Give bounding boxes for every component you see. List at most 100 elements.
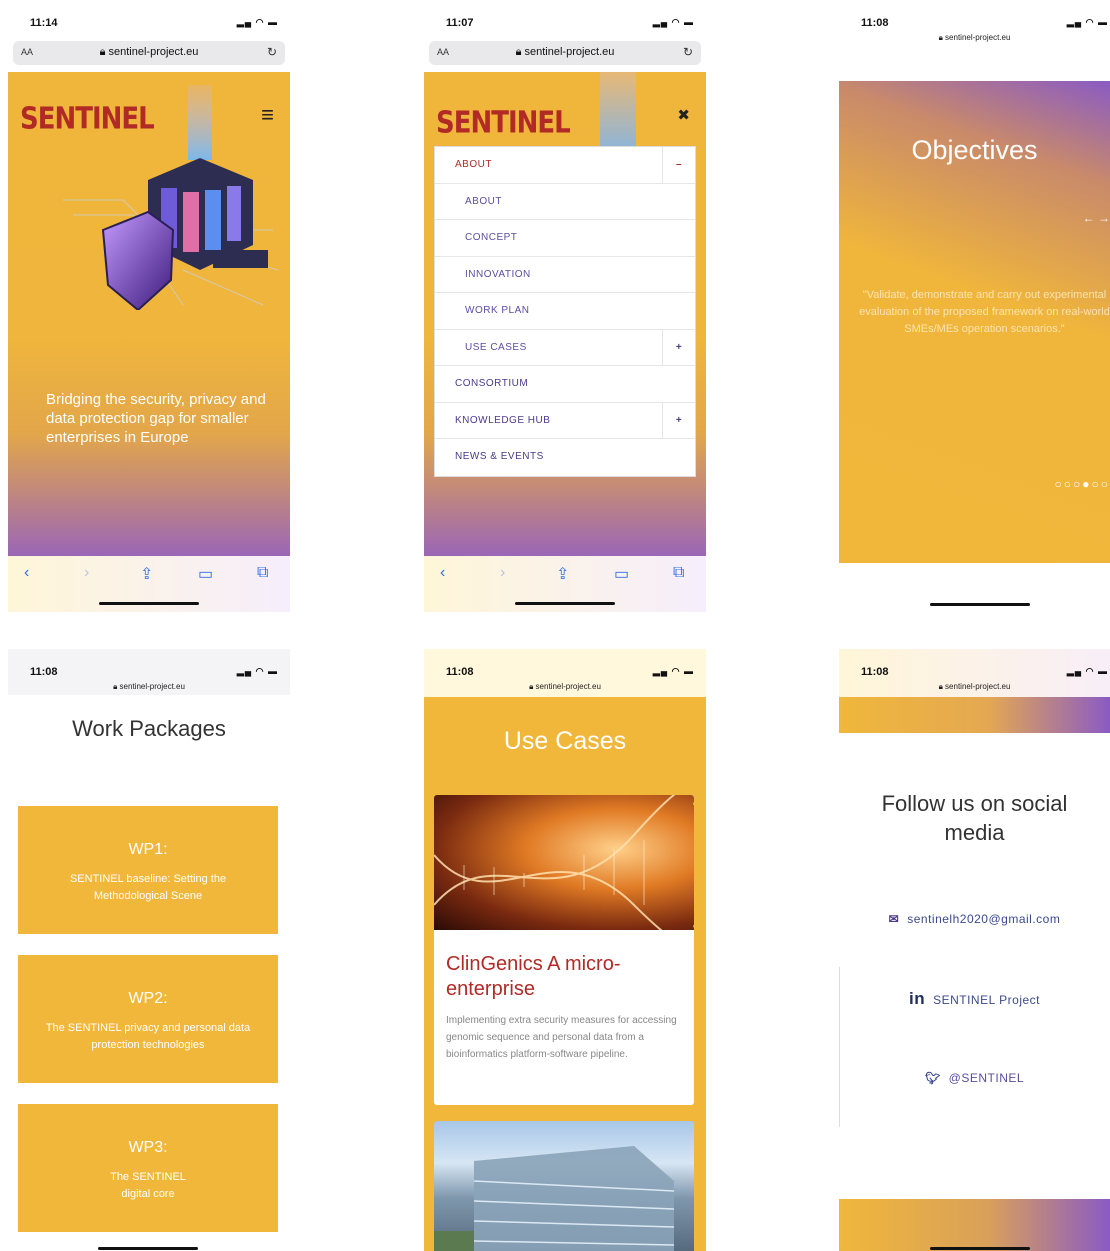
browser-toolbar: ‹ › ⇪ ▭ ⧉: [8, 556, 290, 612]
lock-icon: 🔒︎: [99, 46, 109, 58]
screen-work-packages: 11:08 ▂▄ ◠ ▬ 🔒︎ sentinel-project.eu Work…: [8, 649, 290, 1251]
carousel-dots[interactable]: ○○○●○○: [1055, 477, 1110, 491]
bookmarks-icon[interactable]: ▭: [614, 564, 629, 584]
status-bar: 11:14 ▂▄ ◠ ▬: [8, 0, 290, 38]
hero-tagline: Bridging the security, privacy and data …: [46, 391, 266, 446]
url-text: sentinel-project.eu: [945, 682, 1011, 691]
linkedin-icon: in: [908, 989, 926, 1008]
signal-wifi-battery-icon: ▂▄ ◠ ▬: [236, 666, 278, 676]
address-bar[interactable]: AA 🔒︎ sentinel-project.eu ↻: [429, 41, 701, 65]
tabs-icon[interactable]: ⧉: [673, 564, 684, 582]
forward-icon[interactable]: ›: [500, 564, 505, 582]
screen-menu: 11:07 ▂▄ ◠ ▬ AA 🔒︎ sentinel-project.eu ↻…: [424, 0, 706, 612]
bookmarks-icon[interactable]: ▭: [198, 564, 213, 584]
expand-toggle[interactable]: +: [662, 402, 695, 438]
use-case-title[interactable]: ClinGenics A micro-enterprise: [446, 952, 682, 1002]
clock: 11:14: [30, 17, 58, 29]
status-bar: 11:07 ▂▄ ◠ ▬: [424, 0, 706, 38]
clock: 11:08: [30, 666, 58, 678]
nav-menu: ABOUT – ABOUT CONCEPT INNOVATION WORK PLA…: [434, 146, 696, 477]
footer-band: [839, 1199, 1110, 1251]
linkedin-link[interactable]: in SENTINEL Project: [839, 989, 1110, 1009]
submenu-item-use-cases[interactable]: USE CASES +: [435, 329, 695, 366]
section-heading: Objectives: [911, 135, 1038, 165]
wp-title: WP3:: [128, 1139, 168, 1156]
menu-backdrop: SENTINEL ✖ ABOUT – ABOUT CONCEPT INNOVATI…: [424, 72, 706, 556]
close-icon[interactable]: ✖: [677, 106, 690, 124]
home-indicator: [930, 603, 1030, 606]
sentinel-logo[interactable]: SENTINEL: [436, 106, 571, 141]
submenu-item-work-plan[interactable]: WORK PLAN: [435, 293, 695, 330]
dna-helix-icon: [434, 795, 694, 948]
screen-use-cases: 11:08 ▂▄ ◠ ▬ 🔒︎ sentinel-project.eu Use …: [424, 649, 706, 1251]
screen-home: 11:14 ▂▄ ◠ ▬ AA 🔒︎ sentinel-project.eu ↻…: [8, 0, 290, 612]
forward-icon[interactable]: ›: [84, 564, 89, 582]
signal-wifi-battery-icon: ▂▄ ◠ ▬: [652, 666, 694, 676]
envelope-icon: ✉: [888, 912, 900, 926]
url-text: sentinel-project.eu: [108, 46, 199, 58]
use-case-description: Implementing extra security measures for…: [446, 1015, 677, 1060]
signal-wifi-battery-icon: ▂▄ ◠ ▬: [1066, 17, 1108, 27]
url-text: sentinel-project.eu: [945, 33, 1011, 42]
wp-card[interactable]: WP3: The SENTINEL digital core: [18, 1104, 278, 1232]
office-building-icon: [434, 1146, 675, 1251]
hero-section: SENTINEL ≡ Bridging the security, privac…: [8, 72, 290, 556]
browser-toolbar: ‹ › ⇪ ▭ ⧉: [424, 556, 706, 612]
url-text: sentinel-project.eu: [535, 682, 601, 691]
email-link[interactable]: ✉ sentinelh2020@gmail.com: [839, 912, 1110, 926]
back-icon[interactable]: ‹: [440, 564, 445, 582]
home-indicator: [98, 1247, 198, 1250]
screen-objectives: 11:08 ▂▄ ◠ ▬ 🔒︎ sentinel-project.eu Obje…: [839, 0, 1110, 612]
use-case-card[interactable]: ClinGenics A micro-enterprise Implementi…: [434, 795, 694, 1105]
server-illustration: [63, 85, 279, 310]
menu-item-knowledge-hub[interactable]: KNOWLEDGE HUB +: [435, 402, 695, 439]
wp-card[interactable]: WP2: The SENTINEL privacy and personal d…: [18, 955, 278, 1083]
address-bar[interactable]: AA 🔒︎ sentinel-project.eu ↻: [13, 41, 285, 65]
carousel-arrows[interactable]: ← →: [1083, 211, 1110, 225]
back-icon[interactable]: ‹: [24, 564, 29, 582]
objectives-section: Objectives ← → "Validate, demonstrate an…: [839, 81, 1110, 563]
screen-social: 11:08 ▂▄ ◠ ▬ 🔒︎ sentinel-project.eu Foll…: [839, 649, 1110, 1251]
submenu-item-concept[interactable]: CONCEPT: [435, 220, 695, 257]
section-heading: Use Cases: [503, 727, 627, 755]
dna-image: [434, 795, 694, 948]
tabs-icon[interactable]: ⧉: [257, 564, 268, 582]
section-heading: Follow us on social media: [881, 791, 1068, 845]
clock: 11:08: [861, 17, 889, 29]
header-band: [839, 697, 1110, 733]
signal-wifi-battery-icon: ▂▄ ◠ ▬: [236, 17, 278, 27]
wp-description: The SENTINEL digital core: [110, 1171, 186, 1200]
clock: 11:08: [861, 666, 889, 678]
submenu-item-innovation[interactable]: INNOVATION: [435, 257, 695, 293]
clock: 11:08: [446, 666, 474, 678]
share-icon[interactable]: ⇪: [140, 564, 153, 584]
twitter-link[interactable]: 🐦︎ @SENTINEL: [839, 1071, 1110, 1085]
clock: 11:07: [446, 17, 474, 29]
expand-toggle[interactable]: +: [662, 329, 695, 365]
signal-wifi-battery-icon: ▂▄ ◠ ▬: [652, 17, 694, 27]
home-indicator: [99, 602, 199, 605]
twitter-bird-icon: 🐦︎: [924, 1071, 941, 1085]
share-icon[interactable]: ⇪: [556, 564, 569, 584]
signal-wifi-battery-icon: ▂▄ ◠ ▬: [1066, 666, 1108, 676]
reload-icon[interactable]: ↻: [267, 45, 277, 59]
url-text: sentinel-project.eu: [119, 682, 185, 691]
home-indicator: [515, 602, 615, 605]
objective-quote: "Validate, demonstrate and carry out exp…: [859, 289, 1110, 335]
home-indicator: [930, 1247, 1030, 1250]
use-case-card[interactable]: [434, 1121, 694, 1251]
beam-decoration: [600, 72, 636, 148]
wp-description: SENTINEL baseline: Setting the Methodolo…: [69, 873, 227, 902]
wp-title: WP1:: [128, 841, 168, 858]
wp-card[interactable]: WP1: SENTINEL baseline: Setting the Meth…: [18, 806, 278, 934]
menu-item-about[interactable]: ABOUT –: [435, 147, 695, 184]
divider: [839, 967, 840, 1127]
submenu-item-about[interactable]: ABOUT: [435, 184, 695, 220]
menu-item-news-events[interactable]: NEWS & EVENTS: [435, 439, 695, 476]
menu-item-consortium[interactable]: CONSORTIUM: [435, 366, 695, 403]
reload-icon[interactable]: ↻: [683, 45, 693, 59]
url-text: sentinel-project.eu: [524, 46, 615, 58]
wp-title: WP2:: [128, 990, 168, 1007]
lock-icon: 🔒︎: [515, 46, 525, 58]
collapse-toggle[interactable]: –: [662, 147, 695, 183]
